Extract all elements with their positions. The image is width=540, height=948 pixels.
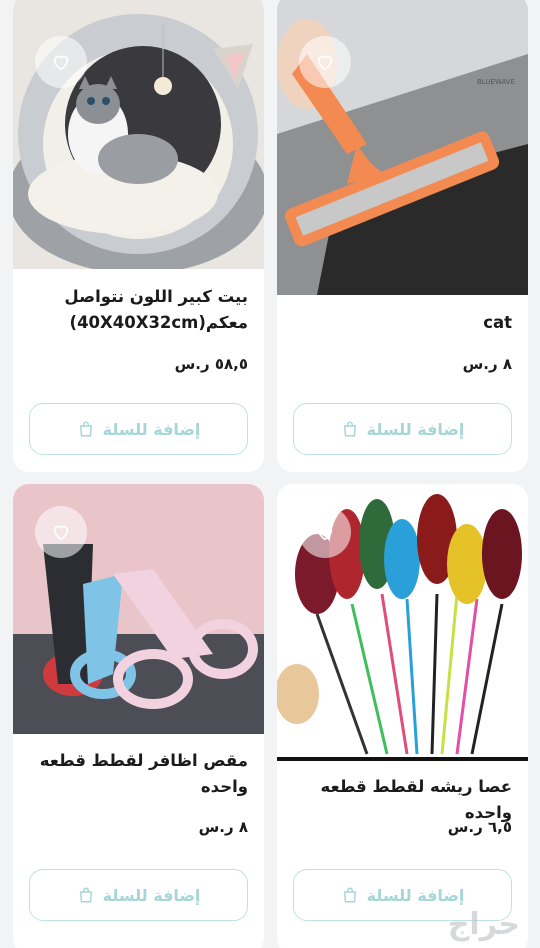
product-card-feather-wand[interactable]: عصا ريشه لقطط قطعه واحده ٦,٥ ر.س إضافة ل…: [277, 484, 528, 948]
add-to-cart-button[interactable]: إضافة للسلة: [29, 403, 248, 455]
watermark-logo: حراج: [447, 907, 520, 942]
product-price: ٨ ر.س: [462, 355, 512, 373]
product-card-cat-bed[interactable]: بيت كبير اللون نتواصل معكم(40X40X32cm) ٥…: [13, 0, 264, 472]
shopping-bag-icon: [343, 421, 356, 437]
add-to-cart-label: إضافة للسلة: [102, 885, 201, 905]
product-image-nail-clipper[interactable]: [13, 484, 264, 734]
heart-icon: [53, 55, 69, 71]
product-card-lint-brush[interactable]: BLUEWAVE cat ٨ ر.س إضافة للسلة: [277, 0, 528, 472]
product-image-cat-bed[interactable]: [13, 0, 264, 269]
product-price: ٨ ر.س: [198, 818, 248, 836]
product-image-lint-brush[interactable]: BLUEWAVE: [277, 0, 528, 295]
product-image-feather-wand[interactable]: [277, 484, 528, 761]
favorite-button[interactable]: [35, 36, 87, 88]
shopping-bag-icon: [343, 887, 356, 903]
product-title[interactable]: مقص اظافر لقطط قطعه واحده: [29, 748, 248, 800]
shopping-bag-icon: [79, 887, 92, 903]
heart-icon: [317, 55, 333, 71]
add-to-cart-button[interactable]: إضافة للسلة: [293, 403, 512, 455]
favorite-button[interactable]: [35, 506, 87, 558]
favorite-button[interactable]: [299, 506, 351, 558]
add-to-cart-label: إضافة للسلة: [366, 885, 465, 905]
heart-icon: [53, 525, 69, 541]
shopping-bag-icon: [79, 421, 92, 437]
product-title[interactable]: بيت كبير اللون نتواصل معكم(40X40X32cm): [29, 284, 248, 336]
product-price: ٥٨,٥ ر.س: [174, 355, 248, 373]
product-title[interactable]: cat: [293, 310, 512, 336]
svg-text:BLUEWAVE: BLUEWAVE: [477, 78, 515, 86]
product-grid: بيت كبير اللون نتواصل معكم(40X40X32cm) ٥…: [0, 0, 540, 948]
product-card-nail-clipper[interactable]: مقص اظافر لقطط قطعه واحده ٨ ر.س إضافة لل…: [13, 484, 264, 948]
add-to-cart-label: إضافة للسلة: [102, 419, 201, 439]
heart-icon: [317, 525, 333, 541]
product-price: ٦,٥ ر.س: [447, 818, 512, 836]
favorite-button[interactable]: [299, 36, 351, 88]
add-to-cart-label: إضافة للسلة: [366, 419, 465, 439]
add-to-cart-button[interactable]: إضافة للسلة: [29, 869, 248, 921]
